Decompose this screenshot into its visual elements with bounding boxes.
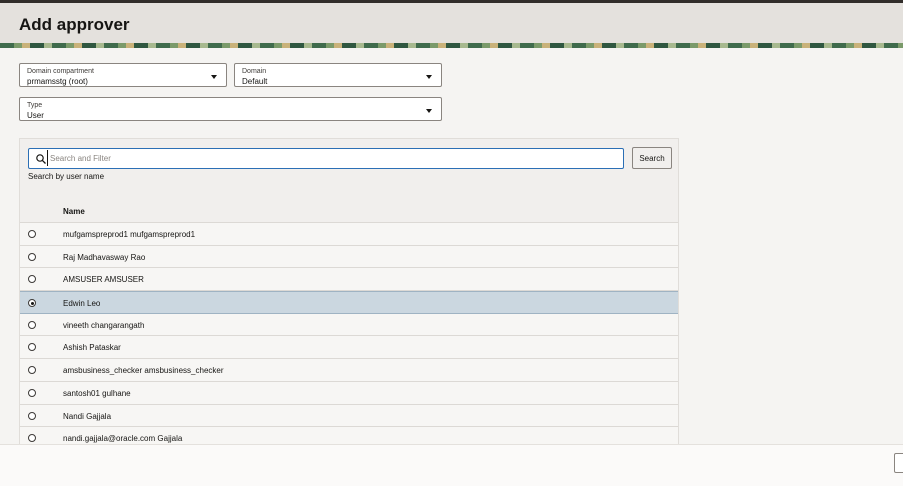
row-radio[interactable] — [28, 230, 36, 238]
row-radio-selected[interactable] — [28, 299, 36, 308]
row-radio[interactable] — [28, 275, 36, 284]
footer-button[interactable] — [894, 453, 903, 473]
user-name: Nandi Gajjala — [63, 411, 112, 421]
domain-compartment-label: Domain compartment — [27, 68, 94, 75]
chevron-down-icon[interactable] — [211, 75, 217, 79]
page-title: Add approver — [19, 15, 130, 34]
user-name: Edwin Leo — [63, 299, 101, 309]
chevron-down-icon[interactable] — [426, 75, 432, 79]
table-header: Name — [20, 199, 678, 223]
table-row[interactable]: Ashish Pataskar — [20, 336, 678, 360]
user-name: AMSUSER AMSUSER — [63, 275, 144, 285]
user-name: Ashish Pataskar — [63, 343, 121, 353]
table-row[interactable]: amsbusiness_checker amsbusiness_checker — [20, 359, 678, 382]
column-header-name: Name — [63, 207, 85, 216]
user-name: santosh01 gulhane — [63, 388, 131, 398]
user-search-panel: Search Search by user name Name mufgamsp… — [19, 138, 679, 450]
search-field[interactable] — [28, 148, 624, 169]
dialog-footer — [0, 444, 903, 486]
table-row[interactable]: AMSUSER AMSUSER — [20, 268, 678, 292]
table-row[interactable]: mufgamspreprod1 mufgamspreprod1 — [20, 223, 678, 246]
search-icon — [36, 154, 46, 164]
row-radio[interactable] — [28, 434, 36, 443]
chevron-down-icon[interactable] — [426, 109, 432, 113]
search-input[interactable] — [47, 150, 617, 166]
table-row[interactable]: santosh01 gulhane — [20, 381, 678, 405]
domain-compartment-value: prmamsstg (root) — [27, 77, 88, 86]
domain-compartment-select[interactable]: Domain compartment prmamsstg (root) — [19, 63, 227, 87]
row-radio[interactable] — [28, 252, 36, 261]
search-button[interactable]: Search — [632, 147, 672, 169]
type-label: Type — [27, 102, 43, 109]
type-select[interactable]: Type User — [19, 97, 442, 121]
row-radio[interactable] — [28, 366, 36, 375]
domain-value: Default — [242, 77, 268, 86]
table-row[interactable]: Raj Madhavasway Rao — [20, 245, 678, 269]
search-hint: Search by user name — [28, 172, 105, 181]
user-name: Raj Madhavasway Rao — [63, 252, 146, 262]
type-value: User — [27, 111, 44, 120]
user-table: mufgamspreprod1 mufgamspreprod1 Raj Madh… — [20, 223, 678, 450]
row-radio[interactable] — [28, 320, 36, 329]
page-header: Add approver — [0, 3, 903, 43]
row-radio[interactable] — [28, 388, 36, 397]
table-row-selected[interactable]: Edwin Leo — [20, 291, 678, 314]
user-name: amsbusiness_checker amsbusiness_checker — [63, 366, 224, 376]
main-content: Domain compartment prmamsstg (root) Doma… — [0, 48, 903, 450]
row-radio[interactable] — [28, 411, 36, 420]
domain-select[interactable]: Domain Default — [234, 63, 442, 87]
table-row[interactable]: vineeth changarangath — [20, 313, 678, 337]
table-row[interactable]: Nandi Gajjala — [20, 404, 678, 428]
row-radio[interactable] — [28, 343, 36, 352]
user-name: nandi.gajjala@oracle.com Gajjala — [63, 434, 183, 444]
user-name: mufgamspreprod1 mufgamspreprod1 — [63, 230, 196, 239]
domain-label: Domain — [242, 68, 267, 75]
user-name: vineeth changarangath — [63, 320, 145, 330]
